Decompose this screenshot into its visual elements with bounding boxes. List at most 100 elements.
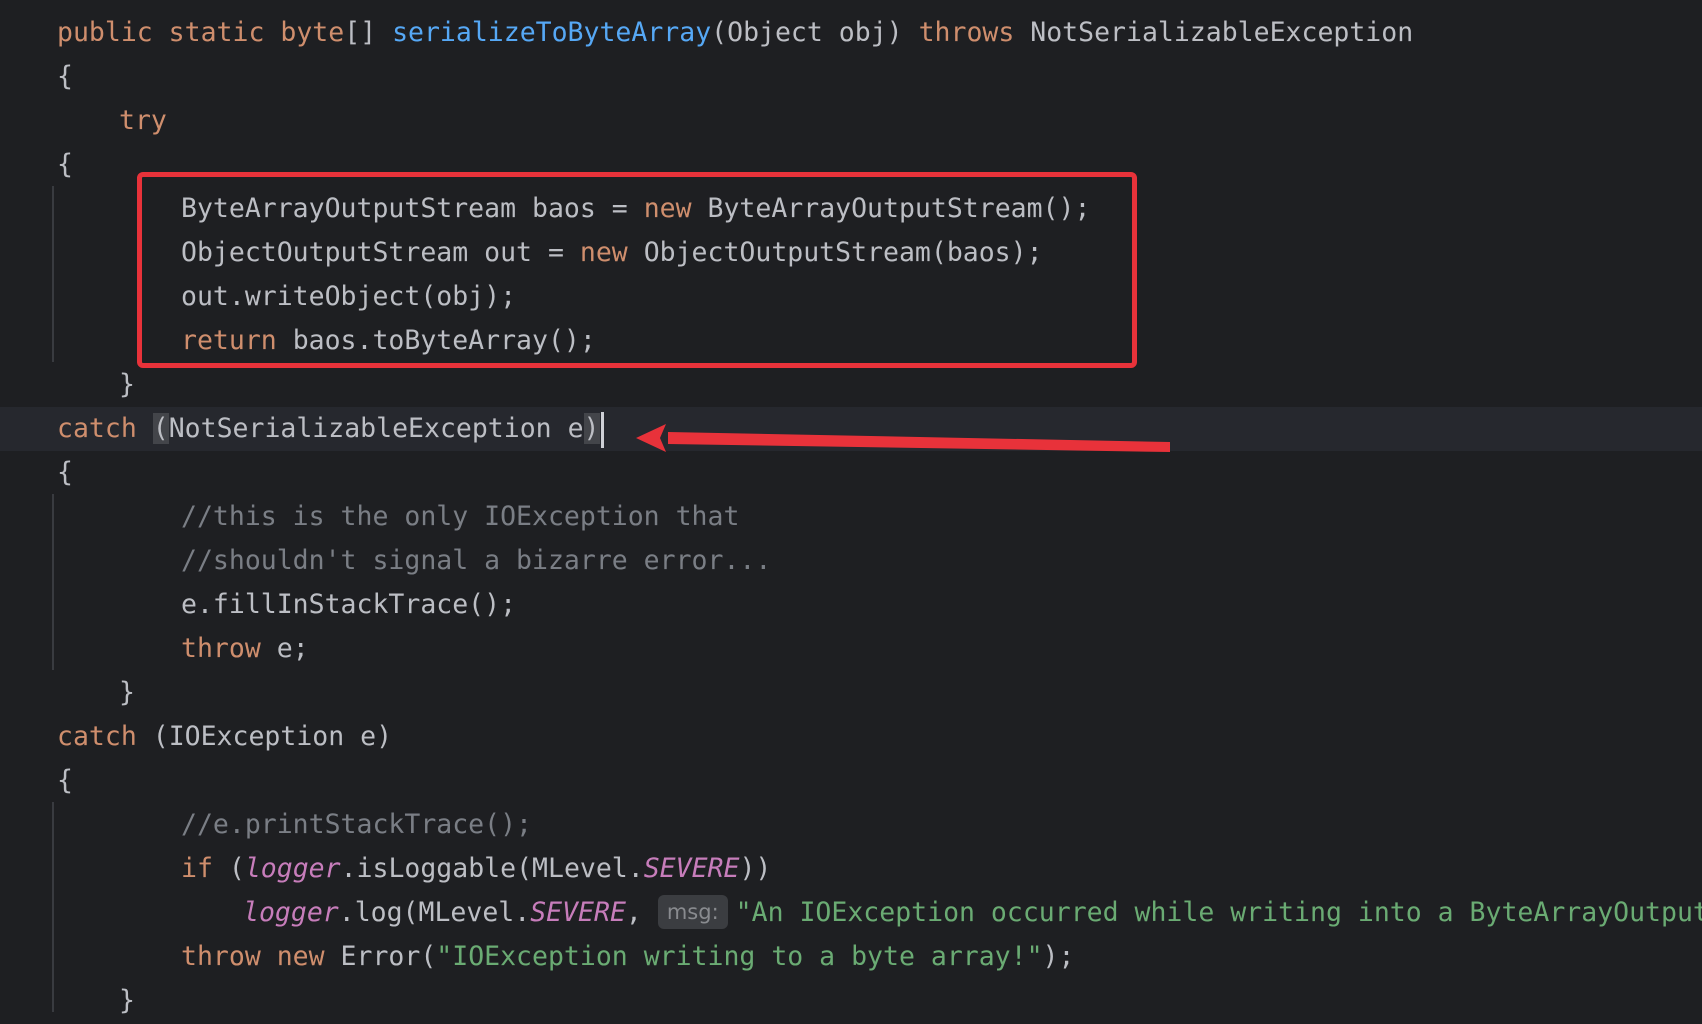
code-token: //e.printStackTrace(); xyxy=(181,809,532,840)
code-text: e.fillInStackTrace(); xyxy=(181,583,516,627)
code-text: public static byte[] serializeToByteArra… xyxy=(57,11,1413,55)
code-token: (IOException e) xyxy=(136,721,393,752)
code-token: .isLoggable(MLevel. xyxy=(340,853,644,884)
code-token: new xyxy=(579,237,628,268)
code-token: NotSerializableException e xyxy=(168,413,584,444)
code-text: return baos.toByteArray(); xyxy=(181,319,596,363)
code-text: catch (IOException e) xyxy=(57,715,392,759)
code-token: .log(MLevel. xyxy=(338,897,531,928)
code-token: "An IOException occurred while writing i… xyxy=(735,897,1702,928)
code-token: )) xyxy=(739,853,772,884)
code-text: { xyxy=(57,759,73,803)
code-line[interactable]: throw e; xyxy=(0,627,1702,671)
code-line[interactable]: //this is the only IOException that xyxy=(0,495,1702,539)
code-token: SEVERE xyxy=(530,897,626,928)
code-line[interactable]: //e.printStackTrace(); xyxy=(0,803,1702,847)
code-token: ByteArrayOutputStream(); xyxy=(691,193,1091,224)
code-token: catch xyxy=(57,721,137,752)
code-text: throw e; xyxy=(181,627,309,671)
code-token: (Object obj) xyxy=(711,17,919,48)
code-text: { xyxy=(57,143,73,187)
code-token: { xyxy=(57,457,73,488)
parameter-hint: msg: xyxy=(657,894,728,929)
code-line[interactable]: if (logger.isLoggable(MLevel.SEVERE)) xyxy=(0,847,1702,891)
code-line[interactable]: logger.log(MLevel.SEVERE, msg: "An IOExce… xyxy=(0,891,1702,935)
code-token: throw new xyxy=(181,941,325,972)
code-token: public static byte xyxy=(57,17,345,48)
code-line[interactable]: catch (IOException e) xyxy=(0,715,1702,759)
code-token: , xyxy=(625,897,658,928)
code-line[interactable]: { xyxy=(0,143,1702,187)
code-token: } xyxy=(119,677,135,708)
code-line[interactable]: catch (NotSerializableException e) xyxy=(0,407,1702,451)
code-token: throws xyxy=(918,17,1015,48)
code-text: ObjectOutputStream out = new ObjectOutpu… xyxy=(181,231,1043,275)
code-token: logger xyxy=(244,853,341,884)
code-token: } xyxy=(119,985,135,1016)
code-token: baos.toByteArray(); xyxy=(276,325,596,356)
code-token: NotSerializableException xyxy=(1014,17,1414,48)
code-token: { xyxy=(57,149,73,180)
code-text: catch (NotSerializableException e) xyxy=(57,407,604,451)
code-token: if xyxy=(181,853,213,884)
code-line[interactable]: return baos.toByteArray(); xyxy=(0,319,1702,363)
code-line[interactable]: public static byte[] serializeToByteArra… xyxy=(0,11,1702,55)
code-line[interactable]: ByteArrayOutputStream baos = new ByteArr… xyxy=(0,187,1702,231)
code-token: //shouldn't signal a bizarre error... xyxy=(181,545,772,576)
code-token: ObjectOutputStream(baos); xyxy=(627,237,1043,268)
code-token: return xyxy=(181,325,277,356)
code-line[interactable]: } xyxy=(0,671,1702,715)
code-text: } xyxy=(119,363,135,407)
code-token: serializeToByteArray xyxy=(392,17,712,48)
code-text: throw new Error("IOException writing to … xyxy=(181,935,1074,979)
code-token: //this is the only IOException that xyxy=(181,501,740,532)
code-token: ); xyxy=(1042,941,1075,972)
code-editor[interactable]: public static byte[] serializeToByteArra… xyxy=(0,0,1702,1024)
code-text: //e.printStackTrace(); xyxy=(181,803,532,847)
code-text: ByteArrayOutputStream baos = new ByteArr… xyxy=(181,187,1090,231)
code-token: e; xyxy=(260,633,309,664)
code-line[interactable]: try xyxy=(0,99,1702,143)
code-token: } xyxy=(119,369,135,400)
code-text: { xyxy=(57,55,73,99)
code-token: logger xyxy=(243,897,339,928)
code-text: { xyxy=(57,451,73,495)
code-token: ) xyxy=(583,413,600,444)
code-token: Error( xyxy=(324,941,437,972)
code-token: catch xyxy=(57,413,137,444)
code-text: //shouldn't signal a bizarre error... xyxy=(181,539,771,583)
code-text: out.writeObject(obj); xyxy=(181,275,516,319)
code-token: out.writeObject(obj); xyxy=(181,281,517,312)
code-token: [] xyxy=(344,17,393,48)
code-token: new xyxy=(643,193,692,224)
code-token: ObjectOutputStream out = xyxy=(181,237,580,268)
code-token: e.fillInStackTrace(); xyxy=(181,589,517,620)
code-line[interactable]: //shouldn't signal a bizarre error... xyxy=(0,539,1702,583)
code-text: try xyxy=(119,99,167,143)
code-text: if (logger.isLoggable(MLevel.SEVERE)) xyxy=(181,847,771,891)
code-line[interactable]: } xyxy=(0,363,1702,407)
code-token: "IOException writing to a byte array!" xyxy=(436,941,1043,972)
code-text: } xyxy=(119,979,135,1023)
code-token: throw xyxy=(181,633,261,664)
code-token: ( xyxy=(152,413,169,444)
code-line[interactable]: { xyxy=(0,451,1702,495)
code-token: { xyxy=(57,765,73,796)
code-token: ( xyxy=(212,853,245,884)
code-line[interactable]: { xyxy=(0,759,1702,803)
code-line[interactable]: out.writeObject(obj); xyxy=(0,275,1702,319)
code-token: SEVERE xyxy=(643,853,740,884)
code-line[interactable]: ObjectOutputStream out = new ObjectOutpu… xyxy=(0,231,1702,275)
code-text: //this is the only IOException that xyxy=(181,495,739,539)
code-line[interactable]: } xyxy=(0,979,1702,1023)
text-caret xyxy=(600,411,604,448)
code-token: try xyxy=(119,105,167,136)
code-text: } xyxy=(119,671,135,715)
code-token: ByteArrayOutputStream baos = xyxy=(181,193,644,224)
code-line[interactable]: { xyxy=(0,55,1702,99)
code-line[interactable]: e.fillInStackTrace(); xyxy=(0,583,1702,627)
code-line[interactable]: throw new Error("IOException writing to … xyxy=(0,935,1702,979)
code-token: { xyxy=(57,61,73,92)
code-text: logger.log(MLevel.SEVERE, msg: "An IOExce… xyxy=(243,891,1702,935)
